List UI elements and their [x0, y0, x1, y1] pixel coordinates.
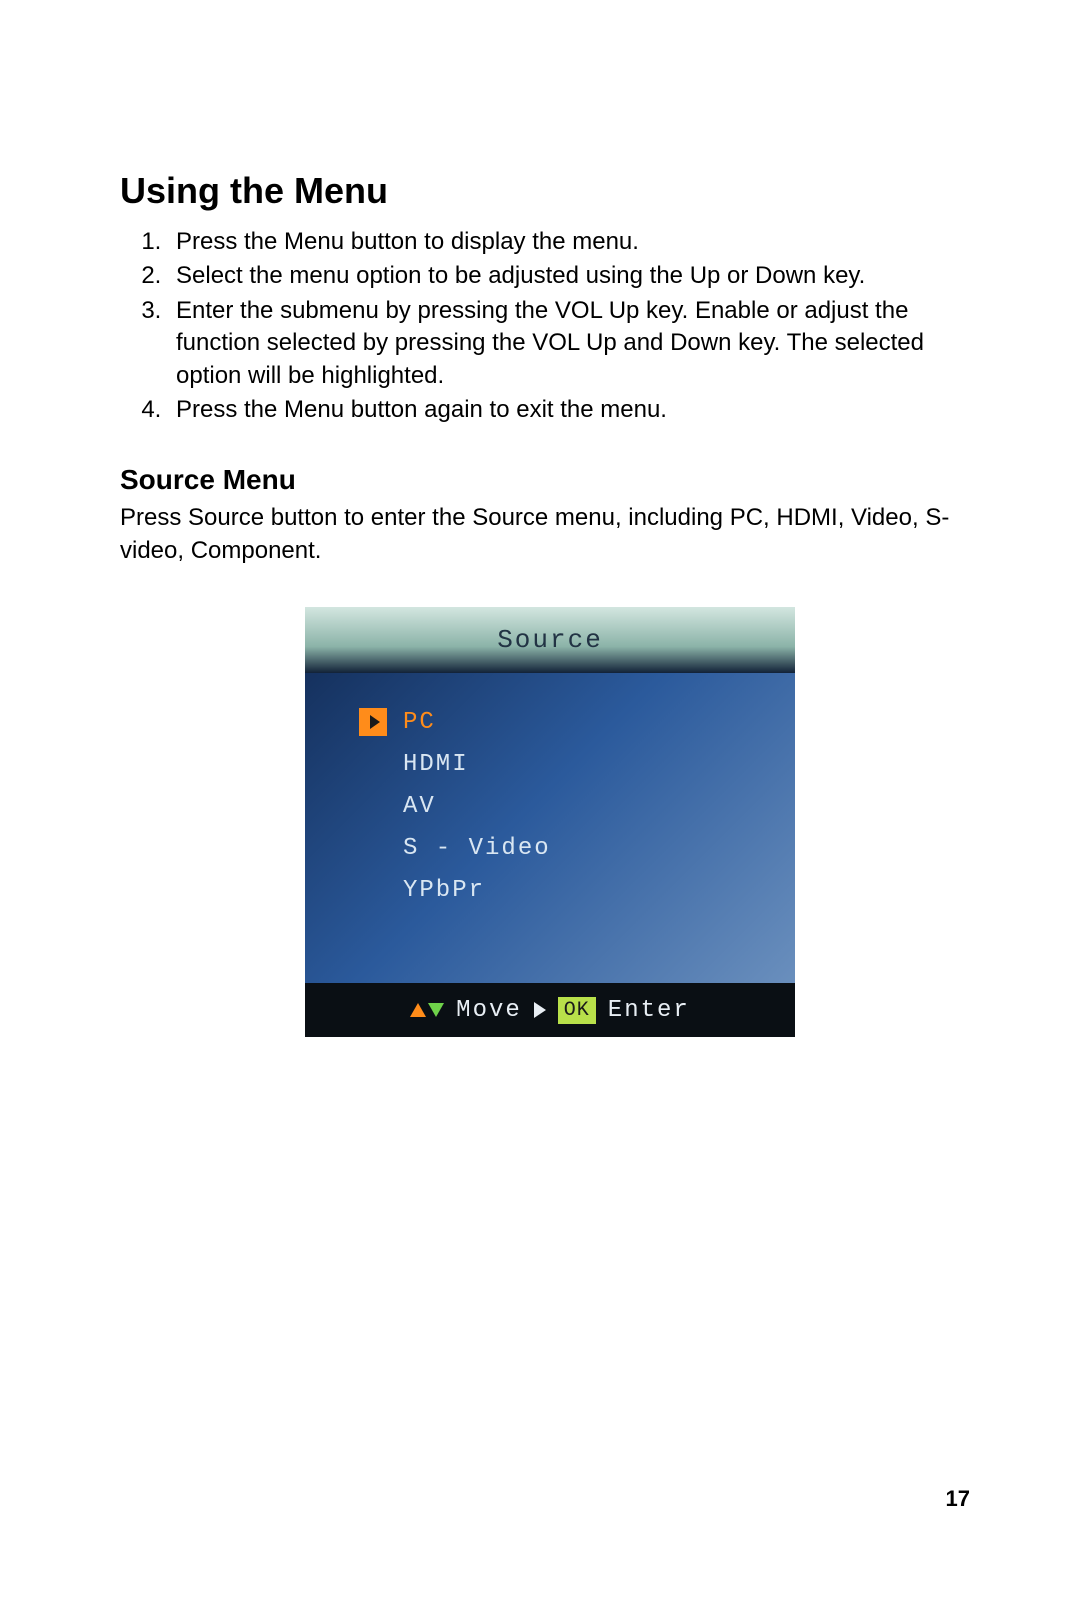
ok-badge: OK	[558, 997, 596, 1024]
section-heading-source-menu: Source Menu	[120, 464, 980, 496]
osd-item-av[interactable]: AV	[359, 785, 775, 827]
osd-item-label: S - Video	[403, 835, 551, 862]
osd-item-svideo[interactable]: S - Video	[359, 827, 775, 869]
osd-body: PC HDMI AV S - Video YPbPr	[305, 673, 795, 983]
instruction-step: Press the Menu button again to exit the …	[168, 394, 980, 426]
instruction-list: Press the Menu button to display the men…	[120, 226, 980, 426]
osd-screenshot-wrap: Source PC HDMI AV S - Video	[120, 607, 980, 1037]
section-body-text: Press Source button to enter the Source …	[120, 502, 980, 567]
osd-footer: Move OK Enter	[305, 983, 795, 1037]
selection-cursor-icon	[359, 708, 387, 736]
osd-footer-enter: Enter	[608, 997, 690, 1024]
osd-item-label: HDMI	[403, 751, 469, 778]
arrow-up-icon	[410, 1003, 426, 1017]
spacer	[359, 792, 387, 820]
manual-page: Using the Menu Press the Menu button to …	[0, 0, 1080, 1622]
osd-panel: Source PC HDMI AV S - Video	[305, 607, 795, 1037]
instruction-step: Enter the submenu by pressing the VOL Up…	[168, 295, 980, 392]
spacer	[359, 876, 387, 904]
page-number: 17	[946, 1486, 970, 1512]
instruction-step: Select the menu option to be adjusted us…	[168, 260, 980, 292]
move-arrows-icon	[410, 1003, 444, 1017]
osd-item-hdmi[interactable]: HDMI	[359, 743, 775, 785]
osd-item-ypbpr[interactable]: YPbPr	[359, 869, 775, 911]
instruction-step: Press the Menu button to display the men…	[168, 226, 980, 258]
osd-title: Source	[305, 607, 795, 673]
osd-footer-move: Move	[456, 997, 522, 1024]
osd-item-label: PC	[403, 709, 436, 736]
arrow-right-icon	[534, 1002, 546, 1018]
spacer	[359, 834, 387, 862]
osd-item-label: AV	[403, 793, 436, 820]
arrow-down-icon	[428, 1003, 444, 1017]
spacer	[359, 750, 387, 778]
osd-item-pc[interactable]: PC	[359, 701, 775, 743]
osd-item-label: YPbPr	[403, 877, 485, 904]
page-heading: Using the Menu	[120, 170, 980, 212]
